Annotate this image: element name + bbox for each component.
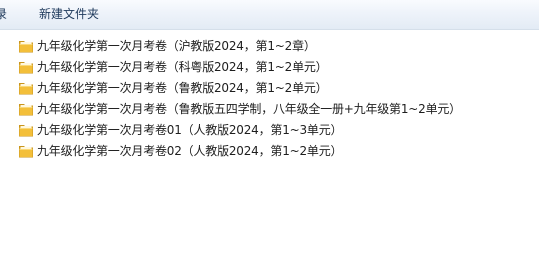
folder-name: 九年级化学第一次月考卷（鲁教版五四学制，八年级全一册+九年级第1~2单元） — [37, 101, 461, 116]
file-list: 九年级化学第一次月考卷（沪教版2024，第1~2章） 九年级化学第一次月考卷（科… — [18, 35, 533, 161]
folder-icon — [18, 101, 34, 117]
folder-name: 九年级化学第一次月考卷（沪教版2024，第1~2章） — [37, 38, 316, 53]
folder-icon — [18, 38, 34, 54]
folder-icon — [18, 122, 34, 138]
list-item[interactable]: 九年级化学第一次月考卷（鲁教版2024，第1~2单元） — [18, 77, 533, 98]
command-bar: 录 新建文件夹 — [0, 0, 539, 30]
folder-name: 九年级化学第一次月考卷（科粤版2024，第1~2单元） — [37, 59, 328, 74]
list-item[interactable]: 九年级化学第一次月考卷02（人教版2024，第1~2单元） — [18, 140, 533, 161]
list-item[interactable]: 九年级化学第一次月考卷（沪教版2024，第1~2章） — [18, 35, 533, 56]
folder-name: 九年级化学第一次月考卷01（人教版2024，第1~3单元） — [37, 122, 343, 137]
new-folder-button[interactable]: 新建文件夹 — [39, 6, 99, 22]
folder-icon — [18, 80, 34, 96]
folder-name: 九年级化学第一次月考卷（鲁教版2024，第1~2单元） — [37, 80, 328, 95]
folder-icon — [18, 143, 34, 159]
list-item[interactable]: 九年级化学第一次月考卷（科粤版2024，第1~2单元） — [18, 56, 533, 77]
list-item[interactable]: 九年级化学第一次月考卷（鲁教版五四学制，八年级全一册+九年级第1~2单元） — [18, 98, 533, 119]
folder-icon — [18, 59, 34, 75]
list-item[interactable]: 九年级化学第一次月考卷01（人教版2024，第1~3单元） — [18, 119, 533, 140]
truncated-toolbar-button[interactable]: 录 — [0, 6, 7, 22]
folder-name: 九年级化学第一次月考卷02（人教版2024，第1~2单元） — [37, 143, 343, 158]
